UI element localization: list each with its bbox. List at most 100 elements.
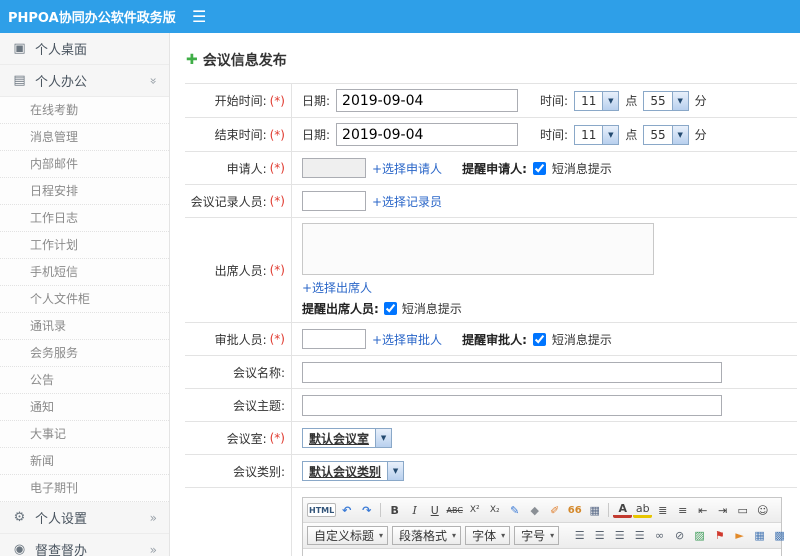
required-mark: (*) (269, 431, 285, 445)
chevron-down-icon: » (146, 76, 161, 85)
required-mark: (*) (269, 263, 285, 277)
heading-select[interactable]: 自定义标题 ▾ (307, 526, 389, 545)
brush-icon[interactable]: ✐ (545, 501, 564, 519)
sidebar-item-desktop[interactable]: ▣ 个人桌面 (0, 33, 169, 65)
strikethrough-icon[interactable]: ABC (445, 501, 464, 519)
quote-icon[interactable]: 66 (565, 501, 584, 519)
sidebar-item-internal-mail[interactable]: 内部邮件 (0, 151, 169, 178)
select-value: 55 (650, 93, 666, 108)
applicant-input[interactable] (302, 158, 366, 178)
select-recorder-link[interactable]: +选择记录员 (372, 193, 442, 210)
sidebar-item-settings[interactable]: ⚙ 个人设置 » (0, 502, 169, 534)
sidebar-item-news[interactable]: 新闻 (0, 448, 169, 475)
recorder-input[interactable] (302, 191, 366, 211)
sidebar-item-online-attendance[interactable]: 在线考勤 (0, 97, 169, 124)
chevron-right-icon: » (149, 510, 157, 525)
chevron-down-icon: ▼ (375, 429, 392, 447)
select-value: 11 (581, 93, 597, 108)
flash-icon[interactable]: ⚑ (710, 527, 729, 545)
image-icon[interactable]: ▨ (690, 527, 709, 545)
superscript-icon[interactable]: X² (465, 501, 484, 519)
sidebar-item-schedule[interactable]: 日程安排 (0, 178, 169, 205)
sidebar-item-work-log[interactable]: 工作日志 (0, 205, 169, 232)
align-center-icon[interactable]: ☰ (590, 527, 609, 545)
sidebar-item-label: 个人设置 (35, 512, 88, 527)
emoticon-icon[interactable]: ☺ (753, 501, 772, 519)
label-text: 申请人: (226, 161, 267, 176)
unlink-icon[interactable]: ⊘ (670, 527, 689, 545)
align-left-icon[interactable]: ☰ (570, 527, 589, 545)
meeting-room-select[interactable]: 默认会议室 ▼ (302, 428, 393, 448)
redo-icon[interactable]: ↷ (357, 501, 376, 519)
sidebar-item-events[interactable]: 大事记 (0, 421, 169, 448)
meeting-category-select[interactable]: 默认会议类别 ▼ (302, 461, 405, 481)
align-justify-icon[interactable]: ☰ (630, 527, 649, 545)
highlight-icon[interactable]: ab (633, 502, 653, 518)
underline-icon[interactable]: U (425, 501, 444, 519)
media-icon[interactable]: ► (730, 527, 749, 545)
start-minute-select[interactable]: 55 ▼ (643, 90, 689, 111)
ordered-list-icon[interactable]: ≣ (653, 501, 672, 519)
sidebar-item-meeting-service[interactable]: 会务服务 (0, 340, 169, 367)
bold-icon[interactable]: B (385, 501, 404, 519)
editor-content-area[interactable] (303, 549, 781, 556)
approver-input[interactable] (302, 329, 366, 349)
plus-icon: ✚ (186, 52, 198, 68)
unordered-list-icon[interactable]: ≡ (673, 501, 692, 519)
sidebar-item-office[interactable]: ▤ 个人办公 » (0, 65, 169, 97)
approver-sms-checkbox[interactable] (532, 332, 546, 346)
link-icon[interactable]: ∞ (650, 527, 669, 545)
sidebar-item-notice[interactable]: 通知 (0, 394, 169, 421)
select-approver-link[interactable]: +选择审批人 (372, 331, 442, 348)
time-label: 时间: (540, 94, 569, 108)
end-minute-select[interactable]: 55 ▼ (643, 124, 689, 145)
sidebar-item-e-journal[interactable]: 电子期刊 (0, 475, 169, 502)
end-date-input[interactable] (336, 123, 519, 146)
outdent-icon[interactable]: ⇤ (693, 501, 712, 519)
attendees-textarea[interactable] (302, 223, 654, 275)
select-attendees-link[interactable]: +选择出席人 (302, 279, 372, 296)
pencil-icon[interactable]: ✎ (505, 501, 524, 519)
font-size-select[interactable]: 字号 ▾ (514, 526, 560, 545)
sidebar-item-work-plan[interactable]: 工作计划 (0, 232, 169, 259)
sidebar-item-announcement[interactable]: 公告 (0, 367, 169, 394)
select-applicant-link[interactable]: +选择申请人 (372, 160, 442, 177)
meeting-topic-input[interactable] (302, 394, 722, 416)
attendees-sms-checkbox[interactable] (383, 302, 397, 315)
calendar-icon[interactable]: ▦ (585, 501, 604, 519)
grid-icon[interactable]: ▩ (770, 527, 789, 545)
sidebar-item-supervision[interactable]: ◉ 督查督办 » (0, 534, 169, 556)
start-hour-select[interactable]: 11 ▼ (574, 90, 620, 111)
start-date-input[interactable] (336, 89, 519, 112)
align-right-icon[interactable]: ☰ (610, 527, 629, 545)
applicant-sms-checkbox[interactable] (532, 161, 546, 175)
paragraph-format-select[interactable]: 段落格式 ▾ (392, 526, 462, 545)
select-value: 默认会议类别 (309, 464, 382, 479)
sidebar-item-sms[interactable]: 手机短信 (0, 259, 169, 286)
sms-label: 短消息提示 (551, 161, 612, 176)
sidebar-item-contacts[interactable]: 通讯录 (0, 313, 169, 340)
meeting-name-input[interactable] (302, 361, 722, 383)
html-icon[interactable]: HTML (307, 503, 337, 517)
font-color-icon[interactable]: A (613, 502, 633, 518)
table-icon[interactable]: ▦ (750, 527, 769, 545)
subscript-icon[interactable]: X₂ (485, 501, 504, 519)
topbar: PHPOA协同办公软件政务版 ☰ (0, 0, 800, 33)
chevron-down-icon: ▾ (501, 531, 506, 540)
eye-icon: ◉ (13, 542, 26, 556)
indent-icon[interactable]: ⇥ (713, 501, 732, 519)
sidebar-item-file-cabinet[interactable]: 个人文件柜 (0, 286, 169, 313)
end-hour-select[interactable]: 11 ▼ (574, 124, 620, 145)
form-row-meeting-topic: 会议主题: (185, 389, 797, 422)
page-icon[interactable]: ▭ (733, 501, 752, 519)
undo-icon[interactable]: ↶ (337, 501, 356, 519)
label-text: 结束时间: (214, 128, 267, 142)
italic-icon[interactable]: I (405, 501, 424, 519)
menu-toggle-icon[interactable]: ☰ (192, 8, 206, 25)
required-mark: (*) (269, 127, 285, 142)
field-label: 会议主题: (185, 389, 292, 421)
font-family-select[interactable]: 字体 ▾ (465, 526, 511, 545)
eraser-icon[interactable]: ◆ (525, 501, 544, 519)
sidebar-item-message-management[interactable]: 消息管理 (0, 124, 169, 151)
field-label: 出席人员: (*) (185, 218, 292, 322)
